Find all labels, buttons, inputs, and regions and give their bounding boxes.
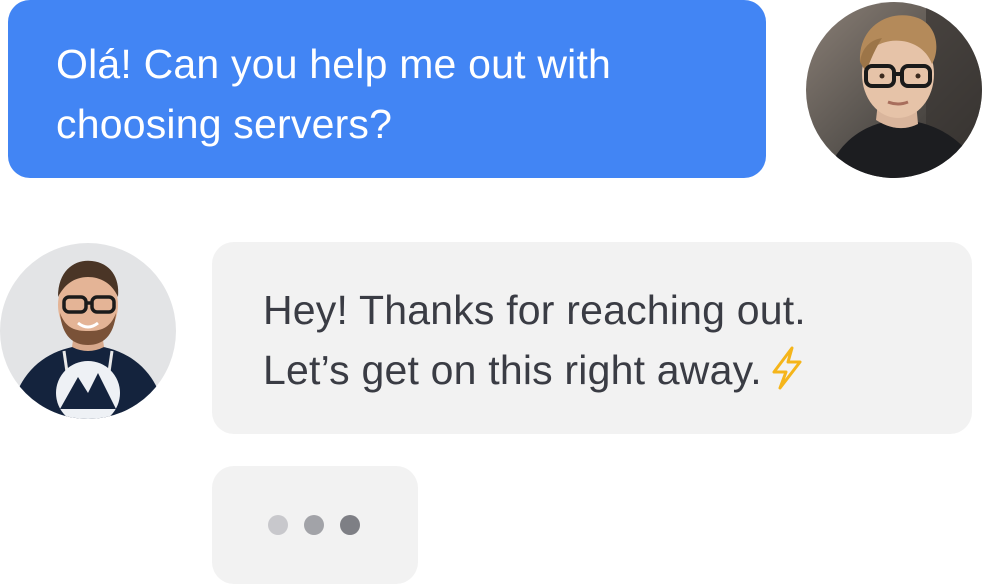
typing-dot-2 [304, 515, 324, 535]
user-message-bubble: Olá! Can you help me out with choosing s… [8, 0, 766, 178]
agent-message-line-1: Hey! Thanks for reaching out. [263, 287, 806, 333]
agent-message-line-2: Let’s get on this right away. [263, 340, 932, 406]
user-avatar [806, 2, 982, 178]
agent-avatar [0, 243, 176, 419]
user-message-line-2: choosing servers? [56, 101, 393, 147]
user-message-line-1: Olá! Can you help me out with [56, 41, 612, 87]
agent-message-bubble: Hey! Thanks for reaching out. Let’s get … [212, 242, 972, 434]
typing-dot-1 [268, 515, 288, 535]
agent-message-line-2-text: Let’s get on this right away. [263, 347, 762, 393]
lightning-icon [768, 346, 806, 406]
typing-dot-3 [340, 515, 360, 535]
